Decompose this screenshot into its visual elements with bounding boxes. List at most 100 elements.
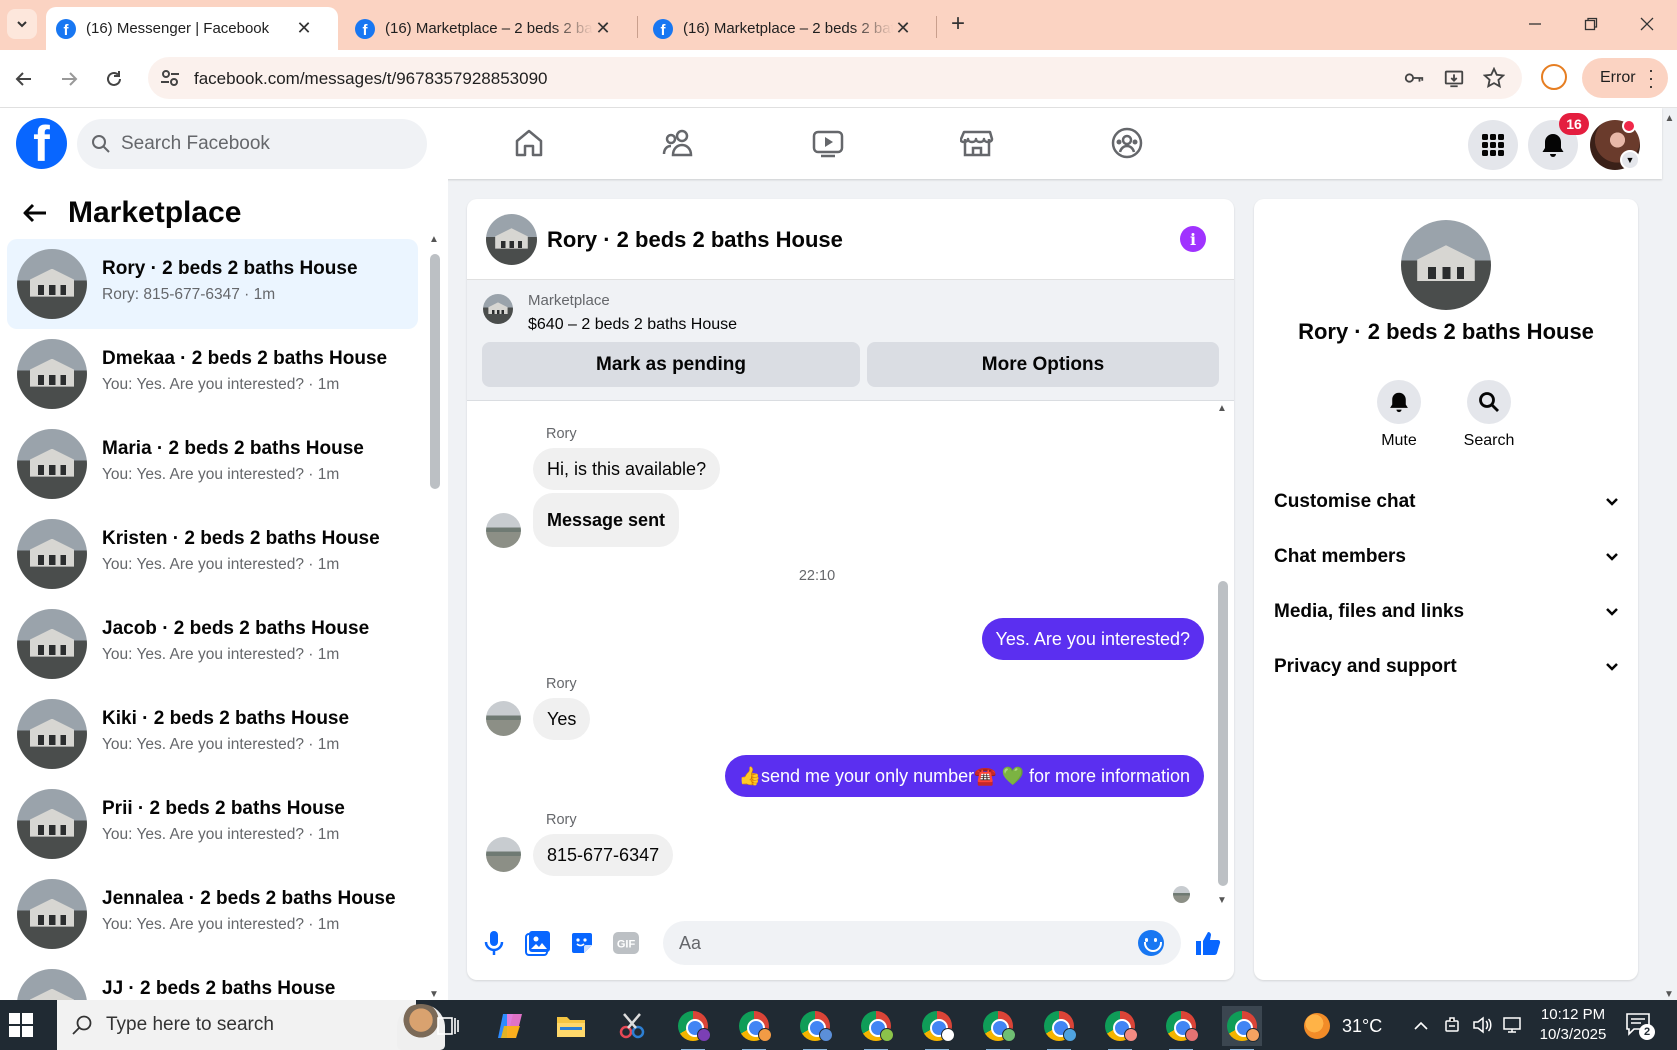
incoming-message[interactable]: Message sent <box>533 493 680 547</box>
profile-error-button[interactable]: Error · · · <box>1582 58 1668 98</box>
tab-search-button[interactable] <box>7 9 37 39</box>
chrome-profile-app[interactable] <box>978 1006 1018 1050</box>
site-info-icon[interactable] <box>158 66 182 90</box>
forward-button[interactable] <box>53 63 85 95</box>
tab-messenger[interactable]: f (16) Messenger | Facebook ✕ <box>46 7 338 50</box>
weather-widget[interactable]: 31°C <box>1304 1013 1382 1039</box>
watch-nav[interactable] <box>808 123 848 163</box>
attach-media-button[interactable] <box>523 928 553 958</box>
scrollbar-thumb[interactable] <box>430 254 440 489</box>
new-tab-button[interactable]: + <box>944 10 972 38</box>
scroll-down-arrow[interactable]: ▼ <box>429 989 439 1000</box>
tab-marketplace-2[interactable]: f (16) Marketplace – 2 beds 2 baths Hous… <box>643 7 925 50</box>
show-hidden-icons-chevron-icon[interactable] <box>1410 1014 1432 1036</box>
gif-button[interactable]: GIF <box>611 928 641 958</box>
incoming-message[interactable]: 815-677-6347 <box>533 834 674 876</box>
outgoing-message[interactable]: 👍send me your only number☎️ 💚 for more i… <box>724 755 1204 797</box>
scroll-up-arrow[interactable]: ▲ <box>429 234 439 245</box>
menu-button[interactable] <box>1468 120 1518 170</box>
back-arrow-icon[interactable] <box>20 198 50 228</box>
chrome-profile-app[interactable] <box>1039 1006 1079 1050</box>
voice-clip-button[interactable] <box>479 928 509 958</box>
file-explorer-app[interactable] <box>551 1006 591 1046</box>
chrome-profile-app[interactable] <box>856 1006 896 1050</box>
chrome-profile-app[interactable] <box>1100 1006 1140 1050</box>
chrome-profile-app[interactable] <box>795 1006 835 1050</box>
scroll-down-arrow[interactable]: ▼ <box>1664 989 1674 1000</box>
account-menu-chevron-icon[interactable]: ▼ <box>1620 150 1640 170</box>
omnibox[interactable]: facebook.com/messages/t/9678357928853090 <box>148 57 1522 99</box>
groups-nav[interactable] <box>1107 123 1147 163</box>
search-in-conversation-button[interactable]: Search <box>1459 380 1519 450</box>
conversation-item[interactable]: Jennalea · 2 beds 2 baths House You: Yes… <box>7 869 418 959</box>
media-files-links-section[interactable]: Media, files and links <box>1274 592 1620 632</box>
chat-members-section[interactable]: Chat members <box>1274 537 1620 577</box>
incoming-message[interactable]: Hi, is this available? <box>533 448 721 490</box>
back-button[interactable] <box>8 63 40 95</box>
privacy-support-section[interactable]: Privacy and support <box>1274 647 1620 687</box>
restore-button[interactable] <box>1563 0 1619 48</box>
network-icon[interactable] <box>1501 1014 1523 1036</box>
volume-icon[interactable] <box>1471 1014 1493 1036</box>
conversation-item[interactable]: Kiki · 2 beds 2 baths House You: Yes. Ar… <box>7 689 418 779</box>
chrome-profile-app[interactable] <box>917 1006 957 1050</box>
marketplace-nav[interactable] <box>957 123 997 163</box>
facebook-search[interactable] <box>77 119 427 169</box>
install-app-icon[interactable] <box>1442 66 1466 90</box>
chat-avatar[interactable] <box>486 214 537 265</box>
facebook-logo[interactable]: f <box>16 118 67 169</box>
close-tab-icon[interactable]: ✕ <box>294 18 314 39</box>
conversation-item[interactable]: Dmekaa · 2 beds 2 baths House You: Yes. … <box>7 329 418 419</box>
more-options-button[interactable]: More Options <box>867 342 1219 387</box>
page-scroll-up-arrow[interactable]: ▲ <box>1662 113 1677 124</box>
system-clock[interactable]: 10:12 PM 10/3/2025 <box>1533 1005 1613 1045</box>
friends-nav[interactable] <box>658 123 698 163</box>
close-tab-icon[interactable]: ✕ <box>893 18 913 39</box>
minimize-button[interactable] <box>1507 0 1563 48</box>
conversation-item[interactable]: Kristen · 2 beds 2 baths House You: Yes.… <box>7 509 418 599</box>
profile-icon[interactable] <box>1541 64 1567 90</box>
conversation-list-scrollbar[interactable]: ▲ ▼ <box>428 234 442 1000</box>
chrome-profile-app[interactable] <box>673 1006 713 1050</box>
listing-description[interactable]: $640 – 2 beds 2 baths House <box>528 316 737 334</box>
taskbar-search[interactable]: Type here to search <box>57 1000 445 1050</box>
password-key-icon[interactable] <box>1402 66 1426 90</box>
scrollbar-thumb[interactable] <box>1218 581 1228 886</box>
snipping-tool-app[interactable] <box>612 1006 652 1046</box>
bookmark-star-icon[interactable] <box>1482 66 1506 90</box>
conversation-avatar[interactable] <box>1401 220 1491 310</box>
outgoing-message[interactable]: Yes. Are you interested? <box>981 618 1204 660</box>
copilot-app[interactable] <box>490 1006 530 1046</box>
incoming-message[interactable]: Yes <box>533 698 591 740</box>
conversation-item[interactable]: Maria · 2 beds 2 baths House You: Yes. A… <box>7 419 418 509</box>
sticker-button[interactable] <box>567 928 597 958</box>
scroll-up-arrow[interactable]: ▲ <box>1217 403 1227 414</box>
conversation-item[interactable]: Jacob · 2 beds 2 baths House You: Yes. A… <box>7 599 418 689</box>
notification-center-button[interactable]: 2 <box>1625 1012 1655 1040</box>
conversation-item[interactable]: Rory · 2 beds 2 baths House Rory: 815-67… <box>7 239 418 329</box>
close-window-button[interactable] <box>1619 0 1675 48</box>
message-thread-scrollbar[interactable]: ▲ ▼ <box>1216 401 1230 906</box>
reload-button[interactable] <box>98 63 130 95</box>
message-input-box[interactable] <box>663 921 1181 965</box>
close-tab-icon[interactable]: ✕ <box>593 18 613 39</box>
mark-as-pending-button[interactable]: Mark as pending <box>482 342 860 387</box>
message-input[interactable] <box>679 921 1119 965</box>
page-scrollbar[interactable]: ▼ <box>1662 123 1677 1000</box>
info-icon[interactable]: i <box>1180 226 1206 252</box>
like-button[interactable] <box>1193 928 1223 958</box>
conversation-item[interactable]: JJ · 2 beds 2 baths House <box>7 959 418 1000</box>
chrome-profile-app-active[interactable] <box>1222 1006 1262 1050</box>
scroll-down-arrow[interactable]: ▼ <box>1217 895 1227 906</box>
windows-start-icon[interactable] <box>8 1012 34 1038</box>
home-nav[interactable] <box>509 123 549 163</box>
battery-network-icon[interactable] <box>1441 1014 1463 1036</box>
tab-marketplace-1[interactable]: f (16) Marketplace – 2 beds 2 baths Hous… <box>345 7 625 50</box>
conversation-item[interactable]: Prii · 2 beds 2 baths House You: Yes. Ar… <box>7 779 418 869</box>
task-view-button[interactable] <box>427 1006 467 1046</box>
customise-chat-section[interactable]: Customise chat <box>1274 482 1620 522</box>
facebook-search-input[interactable] <box>121 119 411 169</box>
emoji-icon[interactable] <box>1138 930 1164 956</box>
chrome-profile-app[interactable] <box>734 1006 774 1050</box>
mute-button[interactable]: Mute <box>1369 380 1429 450</box>
